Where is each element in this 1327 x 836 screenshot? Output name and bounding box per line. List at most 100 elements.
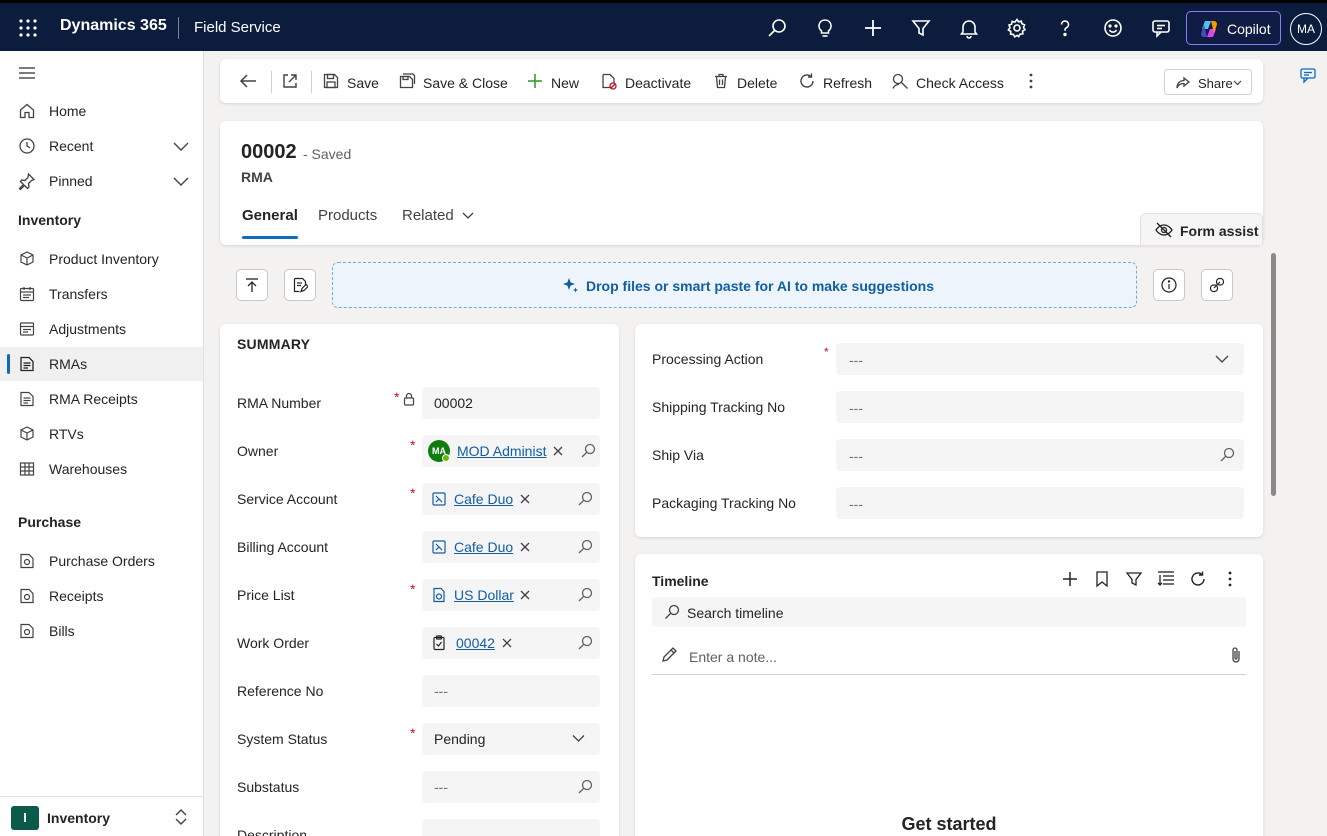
timeline-note-input[interactable]: Enter a note... [652, 640, 1246, 675]
tab-general[interactable]: General [242, 207, 298, 224]
sidebar-item-transfers[interactable]: Transfers [0, 277, 203, 311]
system-status-select[interactable]: Pending [422, 723, 600, 755]
sort-list-icon[interactable] [1157, 570, 1175, 588]
feedback-smiley-icon[interactable] [1102, 17, 1124, 39]
tab-related[interactable]: Related [402, 207, 454, 224]
search-icon[interactable] [581, 443, 596, 458]
chevron-down-icon[interactable] [172, 174, 190, 188]
info-button[interactable] [1153, 269, 1185, 301]
processing-action-select[interactable]: --- [836, 343, 1244, 375]
back-arrow-icon[interactable] [239, 73, 257, 89]
owner-lookup[interactable]: MA MOD Administ [422, 435, 600, 467]
copilot-button[interactable]: Copilot [1186, 11, 1281, 45]
refresh-icon[interactable] [1189, 570, 1207, 588]
lock-icon [403, 392, 415, 406]
app-launcher-icon[interactable] [18, 18, 38, 38]
more-commands-icon[interactable] [1028, 73, 1034, 89]
hamburger-menu-icon[interactable] [18, 65, 36, 81]
sidebar-item-product-inventory[interactable]: Product Inventory [0, 242, 203, 276]
search-icon[interactable] [578, 587, 593, 602]
sidebar-item-rma-receipts[interactable]: RMA Receipts [0, 382, 203, 416]
form-icon [20, 356, 34, 372]
sidebar-item-recent[interactable]: Recent [0, 129, 203, 163]
close-icon[interactable] [502, 638, 512, 648]
help-icon[interactable] [1054, 17, 1076, 39]
substatus-lookup[interactable]: --- [422, 771, 600, 803]
document-icon [20, 588, 34, 604]
work-order-lookup[interactable]: 00042 [422, 627, 600, 659]
app-name[interactable]: Dynamics 365 [60, 17, 167, 35]
close-icon[interactable] [520, 590, 530, 600]
search-icon[interactable] [766, 17, 788, 39]
sidebar-item-purchase-orders[interactable]: Purchase Orders [0, 544, 203, 578]
shipping-tracking-input[interactable]: --- [836, 391, 1244, 423]
sitemap-sidebar: Home Recent Pinned Inventory Product Inv… [0, 51, 204, 836]
link-settings-button[interactable] [1201, 269, 1233, 301]
chevron-down-icon [572, 735, 585, 742]
bookmark-icon[interactable] [1093, 570, 1111, 588]
chevron-down-icon[interactable] [172, 139, 190, 153]
field-label: Service Account [237, 491, 338, 507]
owner-link[interactable]: MOD Administ [457, 443, 546, 459]
sidebar-item-warehouses[interactable]: Warehouses [0, 452, 203, 486]
close-icon[interactable] [520, 542, 530, 552]
cube-icon [20, 251, 34, 266]
add-icon[interactable] [1061, 570, 1079, 588]
form-assist-button[interactable]: Form assist [1140, 213, 1263, 245]
field-billing-account: Billing Account Cafe Duo [220, 531, 619, 579]
tab-products[interactable]: Products [318, 207, 377, 224]
record-title: 00002 [241, 141, 297, 163]
packaging-tracking-input[interactable]: --- [836, 487, 1244, 519]
open-in-new-window-icon[interactable] [282, 73, 298, 89]
search-icon[interactable] [578, 491, 593, 506]
close-icon[interactable] [553, 446, 563, 456]
timeline-search-input[interactable]: Search timeline [652, 597, 1246, 627]
share-button[interactable]: Share [1164, 69, 1252, 95]
reference-no-input[interactable]: --- [422, 675, 600, 707]
service-account-lookup[interactable]: Cafe Duo [422, 483, 600, 515]
search-icon[interactable] [1220, 447, 1235, 462]
chevron-down-icon[interactable] [462, 210, 474, 220]
filter-icon[interactable] [910, 17, 932, 39]
filter-icon[interactable] [1125, 570, 1143, 588]
smart-paste-dropzone[interactable]: Drop files or smart paste for AI to make… [332, 262, 1137, 308]
sidebar-item-pinned[interactable]: Pinned [0, 164, 203, 198]
price-list-link[interactable]: US Dollar [454, 587, 514, 603]
notification-bell-icon[interactable] [958, 17, 980, 39]
description-input[interactable] [422, 819, 600, 836]
side-pane-chat-icon[interactable] [1299, 66, 1317, 84]
collapse-header-button[interactable] [236, 269, 268, 301]
service-account-link[interactable]: Cafe Duo [454, 491, 513, 507]
sidebar-item-label: Bills [49, 623, 75, 639]
settings-gear-icon[interactable] [1006, 17, 1028, 39]
user-avatar[interactable]: MA [1290, 13, 1322, 45]
sidebar-item-bills[interactable]: Bills [0, 614, 203, 648]
sidebar-item-rtvs[interactable]: RTVs [0, 417, 203, 451]
sidebar-item-adjustments[interactable]: Adjustments [0, 312, 203, 346]
search-icon[interactable] [578, 779, 593, 794]
ship-via-lookup[interactable]: --- [836, 439, 1244, 471]
save-status: - Saved [303, 146, 352, 162]
sidebar-item-receipts[interactable]: Receipts [0, 579, 203, 613]
search-icon[interactable] [578, 539, 593, 554]
module-name[interactable]: Field Service [194, 19, 281, 36]
form-fill-button[interactable] [284, 269, 316, 301]
lightbulb-icon[interactable] [814, 17, 836, 39]
vertical-scrollbar[interactable] [1271, 253, 1276, 496]
work-order-link[interactable]: 00042 [456, 635, 495, 651]
sidebar-item-home[interactable]: Home [0, 94, 203, 128]
rma-number-input[interactable]: 00002 [422, 387, 600, 419]
attachment-paperclip-icon[interactable] [1229, 646, 1243, 664]
chevron-down-icon [1215, 355, 1229, 363]
close-icon[interactable] [520, 494, 530, 504]
chat-icon[interactable] [1150, 17, 1172, 39]
billing-account-lookup[interactable]: Cafe Duo [422, 531, 600, 563]
area-switcher[interactable]: I Inventory [0, 796, 203, 836]
billing-account-link[interactable]: Cafe Duo [454, 539, 513, 555]
sidebar-item-rmas[interactable]: RMAs [0, 347, 203, 381]
add-icon[interactable] [862, 17, 884, 39]
price-list-lookup[interactable]: US Dollar [422, 579, 600, 611]
more-options-icon[interactable] [1221, 570, 1239, 588]
command-divider [271, 71, 272, 93]
search-icon[interactable] [578, 635, 593, 650]
